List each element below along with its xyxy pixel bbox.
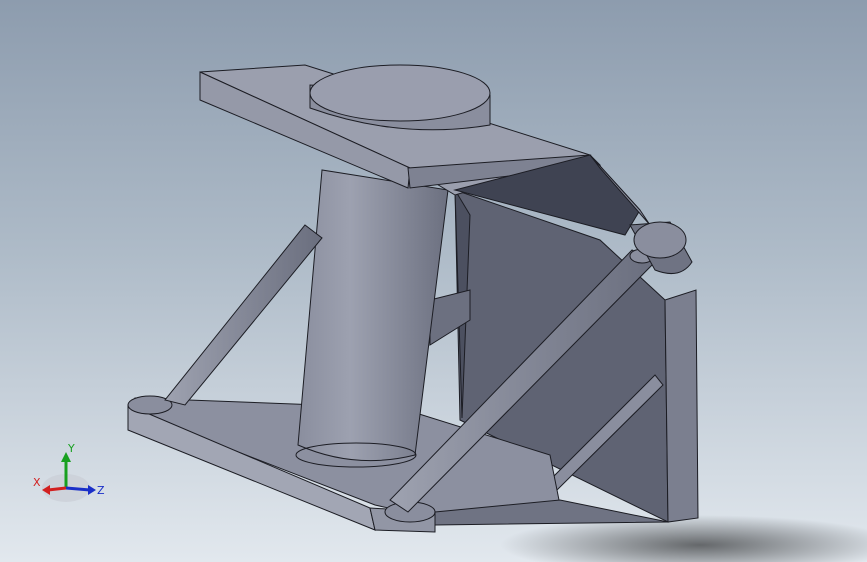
coordinate-triad[interactable]: Y Z X: [30, 440, 110, 510]
y-axis-label: Y: [67, 442, 75, 455]
z-axis-label: Z: [97, 484, 105, 497]
diagonal-rod-left[interactable]: [164, 224, 323, 406]
x-axis-label: X: [33, 476, 41, 489]
graphics-viewport[interactable]: Y Z X: [0, 0, 867, 562]
z-axis-line: [65, 486, 91, 492]
z-axis-arrow-icon: [88, 485, 96, 495]
3d-model-view[interactable]: [0, 0, 867, 562]
x-axis-line: [47, 486, 67, 492]
